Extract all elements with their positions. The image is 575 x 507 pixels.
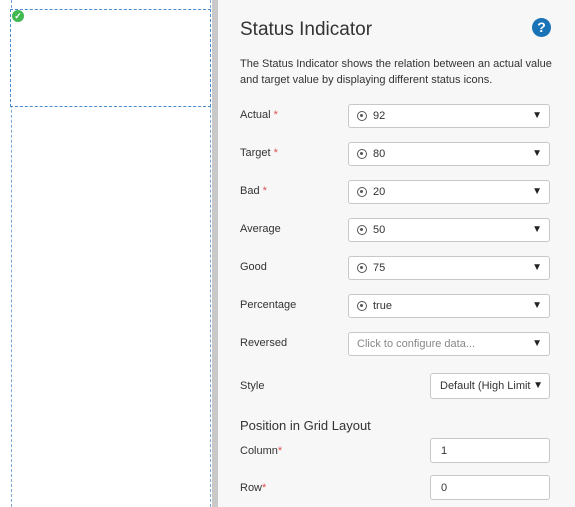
field-label: Row* — [240, 482, 267, 494]
select-value: 92 — [373, 110, 386, 122]
select-value: 75 — [373, 262, 386, 274]
input-value: 0 — [441, 482, 448, 494]
field-average: Average 50 ▼ — [240, 218, 560, 242]
bad-select[interactable]: 20 ▼ — [348, 180, 550, 204]
dropdown-arrow-icon: ▼ — [533, 380, 543, 391]
help-icon[interactable]: ? — [532, 18, 551, 37]
dropdown-arrow-icon: ▼ — [532, 148, 542, 159]
check-icon: ✓ — [12, 10, 24, 22]
target-icon — [357, 301, 367, 311]
field-good: Good 75 ▼ — [240, 256, 560, 280]
target-icon — [357, 111, 367, 121]
field-label: Percentage — [240, 299, 297, 311]
good-select[interactable]: 75 ▼ — [348, 256, 550, 280]
column-input[interactable]: 1 — [430, 438, 550, 463]
select-value: true — [373, 300, 392, 312]
reversed-select[interactable]: Click to configure data... ▼ — [348, 332, 550, 356]
field-label: Reversed — [240, 337, 288, 349]
field-target: Target * 80 ▼ — [240, 142, 560, 166]
field-percentage: Percentage true ▼ — [240, 294, 560, 318]
percentage-select[interactable]: true ▼ — [348, 294, 550, 318]
field-row: Row* 0 — [240, 475, 560, 500]
field-label: Bad * — [240, 185, 267, 197]
select-value: 50 — [373, 224, 386, 236]
target-icon — [357, 263, 367, 273]
select-value: Default (High Limit — [440, 380, 531, 392]
dropdown-arrow-icon: ▼ — [532, 186, 542, 197]
field-label: Average — [240, 223, 281, 235]
dropdown-arrow-icon: ▼ — [532, 338, 542, 349]
field-label: Good — [240, 261, 267, 273]
dropdown-arrow-icon: ▼ — [532, 110, 542, 121]
actual-select[interactable]: 92 ▼ — [348, 104, 550, 128]
field-label: Style — [240, 380, 265, 392]
target-select[interactable]: 80 ▼ — [348, 142, 550, 166]
section-title-grid: Position in Grid Layout — [240, 418, 371, 433]
select-placeholder: Click to configure data... — [357, 338, 476, 350]
field-label: Target * — [240, 147, 278, 159]
average-select[interactable]: 50 ▼ — [348, 218, 550, 242]
style-select[interactable]: Default (High Limit ▼ — [430, 373, 550, 399]
panel-description: The Status Indicator shows the relation … — [240, 58, 552, 86]
dashboard-canvas: ✓ — [0, 0, 218, 507]
dropdown-arrow-icon: ▼ — [532, 300, 542, 311]
field-label: Column* — [240, 445, 283, 457]
target-icon — [357, 187, 367, 197]
field-style: Style Default (High Limit ▼ — [240, 373, 560, 399]
select-value: 80 — [373, 148, 386, 160]
properties-panel: Status Indicator ? The Status Indicator … — [218, 0, 575, 507]
field-bad: Bad * 20 ▼ — [240, 180, 560, 204]
row-input[interactable]: 0 — [430, 475, 550, 500]
field-label: Actual * — [240, 109, 278, 121]
target-icon — [357, 149, 367, 159]
select-value: 20 — [373, 186, 386, 198]
field-actual: Actual * 92 ▼ — [240, 104, 560, 128]
input-value: 1 — [441, 445, 448, 457]
panel-title: Status Indicator — [240, 19, 373, 40]
field-reversed: Reversed Click to configure data... ▼ — [240, 332, 560, 356]
dropdown-arrow-icon: ▼ — [532, 224, 542, 235]
dropdown-arrow-icon: ▼ — [532, 262, 542, 273]
target-icon — [357, 225, 367, 235]
field-column: Column* 1 — [240, 438, 560, 463]
selected-widget[interactable] — [10, 9, 211, 107]
